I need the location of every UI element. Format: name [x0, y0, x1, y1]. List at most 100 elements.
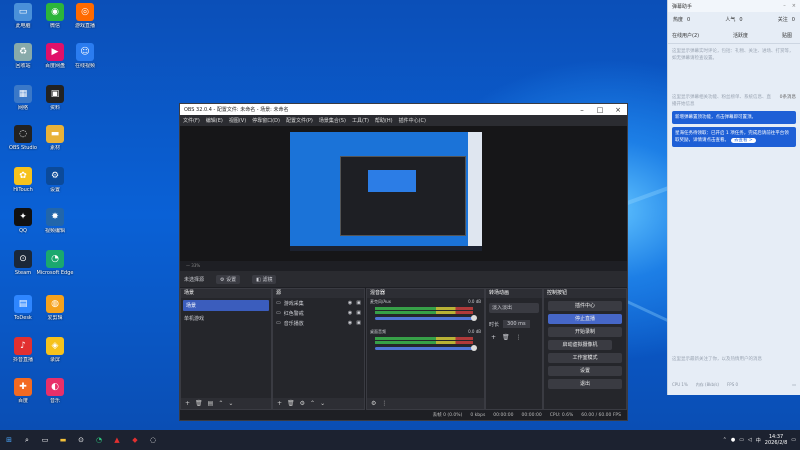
delete-icon[interactable]: 🗑: [195, 400, 203, 407]
down-icon[interactable]: ⌄: [228, 400, 233, 407]
source-item[interactable]: ▭ 游戏采集 ◉ ▣: [273, 298, 364, 308]
lock-icon[interactable]: ▣: [356, 320, 361, 326]
up-icon[interactable]: ⌃: [310, 400, 315, 407]
properties-label: 设置: [226, 276, 237, 283]
desktop-icon[interactable]: ◔ Microsoft Edge: [36, 250, 74, 276]
lock-icon[interactable]: ▣: [356, 300, 361, 306]
zoom-level[interactable]: — 33%: [186, 263, 200, 268]
source-item[interactable]: ▭ 红色警戒 ◉ ▣: [273, 308, 364, 318]
menu-item[interactable]: 停靠窗口(D): [252, 117, 280, 124]
delete-icon[interactable]: 🗑: [287, 400, 295, 407]
close-icon[interactable]: ×: [792, 3, 796, 9]
obs-title-bar[interactable]: OBS 32.0.4 - 配置文件: 未命名 - 场景: 未命名 – □ ×: [180, 104, 627, 115]
search-icon[interactable]: ⌕: [18, 431, 36, 449]
recycle-bin-icon: ♻: [14, 43, 32, 61]
menu-item[interactable]: 工具(T): [352, 117, 369, 124]
properties-button[interactable]: ⚙ 设置: [216, 274, 241, 284]
obs-window[interactable]: OBS 32.0.4 - 配置文件: 未命名 - 场景: 未命名 – □ × 文件(…: [179, 103, 628, 421]
exit-button[interactable]: 退出: [548, 379, 622, 389]
down-icon[interactable]: ⌄: [320, 400, 325, 407]
stop-stream-button[interactable]: 停止直播: [548, 314, 622, 324]
drive-icon: ▶: [46, 43, 64, 61]
gear-icon[interactable]: ⚙: [300, 400, 305, 407]
maximize-icon[interactable]: □: [591, 106, 609, 114]
desktop-icon[interactable]: ▬ 素材: [36, 125, 74, 151]
duration-input[interactable]: 300 ms: [503, 320, 530, 328]
eye-icon[interactable]: ◉: [348, 300, 352, 306]
obs-preview[interactable]: [180, 126, 627, 261]
desktop-icon[interactable]: ✸ 视频编辑: [36, 208, 74, 234]
scene-item[interactable]: 单机游戏: [181, 313, 271, 324]
mic-icon[interactable]: ●: [731, 437, 735, 443]
add-icon[interactable]: +: [491, 334, 496, 341]
filters-button[interactable]: ◧ 滤镜: [252, 274, 277, 284]
desktop-icon[interactable]: ▣ 资料: [36, 85, 74, 111]
menu-item[interactable]: 插件中心(C): [399, 117, 426, 124]
menu-item[interactable]: 帮助(H): [375, 117, 393, 124]
desktop-icon-label: 录屏: [49, 357, 60, 363]
volume-slider[interactable]: [375, 345, 477, 351]
settings-button[interactable]: 设置: [548, 366, 622, 376]
transition-select[interactable]: 淡入淡出: [489, 303, 539, 313]
menu-item[interactable]: 视图(V): [229, 117, 246, 124]
start-icon[interactable]: ⊞: [0, 431, 18, 449]
tab-stickers[interactable]: 贴图: [782, 32, 792, 39]
desktop-icon[interactable]: ◈ 录屏: [36, 337, 74, 363]
app-icon[interactable]: ▲: [108, 431, 126, 449]
menu-item[interactable]: 场景集合(S): [319, 117, 346, 124]
edge-icon[interactable]: ◔: [90, 431, 108, 449]
scenes-footer: + 🗑 ▤ ⌃ ⌄: [181, 398, 271, 409]
tab-online[interactable]: 在线用户(2): [672, 32, 699, 39]
panel-cpu: CPU 1%: [672, 382, 688, 387]
source-item[interactable]: ▭ 音乐播放 ◉ ▣: [273, 318, 364, 328]
desktop-icon-label: Microsoft Edge: [36, 270, 74, 276]
more-icon[interactable]: ⋮: [381, 400, 387, 407]
notification-icon[interactable]: ▭: [791, 437, 800, 443]
desktop-icon[interactable]: ☺ 在线视频: [66, 43, 104, 69]
menu-item[interactable]: 编辑(E): [206, 117, 223, 124]
start-record-button[interactable]: 开始录制: [548, 327, 622, 337]
up-icon[interactable]: ⌃: [218, 400, 223, 407]
view-link[interactable]: 去查看 >: [731, 138, 756, 143]
network-icon[interactable]: ▭: [739, 437, 744, 443]
minimize-icon[interactable]: –: [783, 3, 786, 9]
close-icon[interactable]: ×: [609, 106, 627, 114]
lock-icon[interactable]: ▣: [356, 310, 361, 316]
desktop-icon[interactable]: ⚙ 设置: [36, 167, 74, 193]
desktop-icon[interactable]: ◎ 游戏直播: [66, 3, 104, 29]
channel-db: 0.0 dB: [468, 299, 481, 304]
ime-icon[interactable]: 中: [756, 437, 761, 444]
eye-icon[interactable]: ◉: [348, 310, 352, 316]
tab-activity[interactable]: 活跃度: [733, 32, 748, 39]
expand-icon[interactable]: ▭: [792, 382, 796, 388]
desktop-icon-label: 游戏直播: [74, 23, 95, 29]
add-icon[interactable]: +: [277, 400, 282, 407]
stat-label: 人气: [725, 17, 736, 23]
steam-icon[interactable]: ⊙: [72, 431, 90, 449]
clock[interactable]: 14:37 2026/2/8: [765, 434, 787, 446]
chevron-up-icon[interactable]: ⌃: [723, 437, 727, 443]
gear-icon[interactable]: ⚙: [371, 400, 376, 407]
delete-icon[interactable]: 🗑: [502, 334, 510, 341]
menu-item[interactable]: 文件(F): [183, 117, 200, 124]
virtual-camera-button[interactable]: 启动虚拟摄像机: [548, 340, 612, 350]
app2-icon[interactable]: ◆: [126, 431, 144, 449]
add-icon[interactable]: +: [185, 400, 190, 407]
stat-item: 关注 0: [778, 16, 795, 23]
scene-item[interactable]: 场景: [183, 300, 269, 311]
obs-icon[interactable]: ◌: [144, 431, 162, 449]
desktop-icon[interactable]: ◍ 爱剪辑: [36, 295, 74, 321]
plugin-center-button[interactable]: 插件中心: [548, 301, 622, 311]
folder-icon[interactable]: ▬: [54, 431, 72, 449]
volume-slider[interactable]: [375, 315, 477, 321]
eye-icon[interactable]: ◉: [348, 320, 352, 326]
desktop-icon[interactable]: ◐ 音乐: [36, 378, 74, 404]
config-icon[interactable]: ▤: [208, 400, 214, 407]
studio-mode-button[interactable]: 工作室模式: [548, 353, 622, 363]
more-icon[interactable]: ⋮: [516, 334, 522, 341]
volume-icon[interactable]: ◁: [748, 437, 752, 443]
menu-item[interactable]: 配置文件(P): [286, 117, 313, 124]
minimize-icon[interactable]: –: [573, 106, 591, 114]
task-view-icon[interactable]: ▭: [36, 431, 54, 449]
stat-label: 关注: [777, 17, 788, 23]
